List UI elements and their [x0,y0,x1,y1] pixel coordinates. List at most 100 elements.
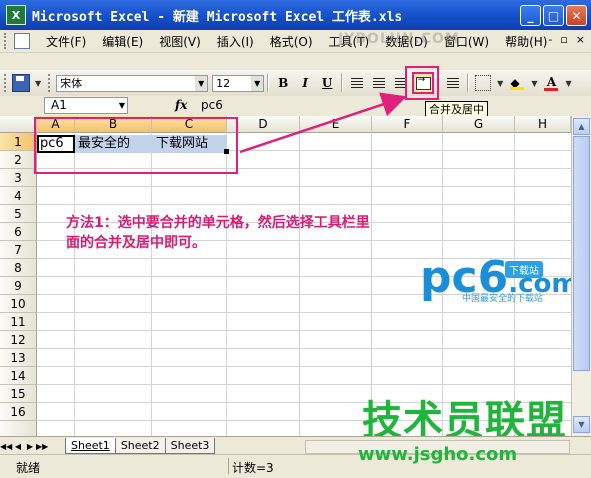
chevron-down-icon[interactable]: ▼ [195,75,208,91]
align-center-button[interactable] [369,73,389,93]
underline-button[interactable]: U [317,73,337,93]
document-icon[interactable] [14,33,30,49]
formula-input[interactable]: pc6 [195,97,421,114]
row-header-14[interactable]: 14 [0,367,37,385]
formatting-toolbar: ▼ 宋体 ▼ 12 ▼ B I U ▼ ◆ ▼ A ▼ [0,70,591,97]
toolbar-grip-2[interactable] [48,74,53,92]
font-name-select[interactable]: 宋体 ▼ [56,74,209,92]
annotation-highlight-merge-button [405,66,439,100]
font-color-button[interactable]: A [541,73,561,93]
workbook-minimize-button[interactable]: - [548,33,552,46]
toolbar-grip[interactable] [4,74,9,92]
row-header-5[interactable]: 5 [0,205,37,223]
chevron-down-icon[interactable]: ▼ [119,98,125,113]
excel-app-icon[interactable]: X [6,5,26,25]
name-box[interactable]: A1 ▼ [44,97,128,114]
vertical-scrollbar[interactable]: ▲ ▼ [571,116,591,436]
menu-insert[interactable]: 插入(I) [209,33,262,50]
chevron-down-icon[interactable]: ▼ [531,79,537,88]
row-header-1[interactable]: 1 [0,133,37,151]
scroll-thumb[interactable] [573,136,590,371]
column-header-h[interactable]: H [515,116,571,133]
toolbar-separator [267,74,270,92]
menubar-grip[interactable] [4,33,10,49]
gridline [151,133,152,436]
formula-bar: A1 ▼ fx pc6 [0,96,591,116]
bold-button[interactable]: B [273,73,293,93]
font-size-value: 12 [216,76,231,90]
window-title: Microsoft Excel - 新建 Microsoft Excel 工作表… [32,9,403,25]
scroll-down-icon[interactable]: ▼ [573,416,590,433]
watermark-top: JYBOLUN.COM [338,31,460,47]
font-color-icon: A [544,75,559,91]
row-header-13[interactable]: 13 [0,349,37,367]
row-header-12[interactable]: 12 [0,331,37,349]
last-sheet-icon[interactable]: ▶▶ [36,442,48,451]
annotation-highlight-cells [34,117,238,174]
workbook-restore-button[interactable]: ▫ [560,33,567,46]
select-all-corner[interactable] [0,116,37,133]
gridline [37,312,571,313]
gridline [299,133,300,436]
minimize-button[interactable]: _ [520,5,541,26]
menu-edit[interactable]: 编辑(E) [94,33,151,50]
indent-button[interactable] [443,73,463,93]
chevron-down-icon[interactable]: ▼ [565,79,571,88]
tab-sheet1[interactable]: Sheet1 [65,438,116,454]
row-header-11[interactable]: 11 [0,313,37,331]
row-header-16[interactable]: 16 [0,403,37,421]
tab-sheet2[interactable]: Sheet2 [114,438,166,454]
borders-button[interactable] [473,73,493,93]
row-header-9[interactable]: 9 [0,277,37,295]
save-icon[interactable] [12,74,30,92]
align-left-icon [351,78,364,88]
gridline [37,348,571,349]
borders-icon [475,75,492,91]
status-divider [228,458,229,474]
restore-button[interactable]: □ [543,5,564,26]
align-left-button[interactable] [347,73,367,93]
gridline [226,133,227,436]
instruction-line-1: 方法1：选中要合并的单元格，然后选择工具栏里 [66,215,370,231]
next-sheet-icon[interactable]: ▶ [24,442,36,451]
menu-format[interactable]: 格式(O) [262,33,321,50]
italic-button[interactable]: I [295,73,315,93]
font-size-select[interactable]: 12 ▼ [212,74,265,92]
name-box-value: A1 [51,98,67,112]
prev-sheet-icon[interactable]: ◀ [12,442,24,451]
row-header-8[interactable]: 8 [0,259,37,277]
row-header-3[interactable]: 3 [0,169,37,187]
instruction-line-2: 面的合并及居中即可。 [66,235,206,251]
menu-file[interactable]: 文件(F) [38,33,94,50]
row-header-4[interactable]: 4 [0,187,37,205]
row-header-6[interactable]: 6 [0,223,37,241]
row-header-17[interactable] [0,421,37,436]
workbook-close-button[interactable]: × [576,33,585,46]
fx-icon[interactable]: fx [175,98,187,112]
menu-view[interactable]: 视图(V) [151,33,209,50]
chevron-down-icon[interactable]: ▼ [251,75,264,91]
row-header-2[interactable]: 2 [0,151,37,169]
close-button[interactable]: ✕ [566,5,587,26]
menu-bar: 文件(F) 编辑(E) 视图(V) 插入(I) 格式(O) 工具(T) 数据(D… [0,30,591,53]
pc6-badge: 下载站 [505,261,543,278]
column-header-e[interactable]: E [300,116,372,133]
toolbar-options-icon[interactable]: ▼ [35,79,41,88]
chevron-down-icon[interactable]: ▼ [497,79,503,88]
scroll-up-icon[interactable]: ▲ [573,118,590,135]
row-header-15[interactable]: 15 [0,385,37,403]
column-header-f[interactable]: F [372,116,443,133]
indent-icon [447,78,460,88]
font-name-value: 宋体 [60,77,83,90]
column-header-g[interactable]: G [443,116,515,133]
row-header-10[interactable]: 10 [0,295,37,313]
toolbar-separator [467,74,470,92]
menu-help[interactable]: 帮助(H) [497,33,555,50]
first-sheet-icon[interactable]: ◀◀ [0,442,12,451]
paint-bucket-icon: ◆ [510,76,525,90]
tab-sheet3[interactable]: Sheet3 [164,438,216,454]
status-ready: 就绪 [16,461,41,475]
fill-color-button[interactable]: ◆ [507,73,527,93]
toolbar-spacer [0,53,591,70]
row-header-7[interactable]: 7 [0,241,37,259]
